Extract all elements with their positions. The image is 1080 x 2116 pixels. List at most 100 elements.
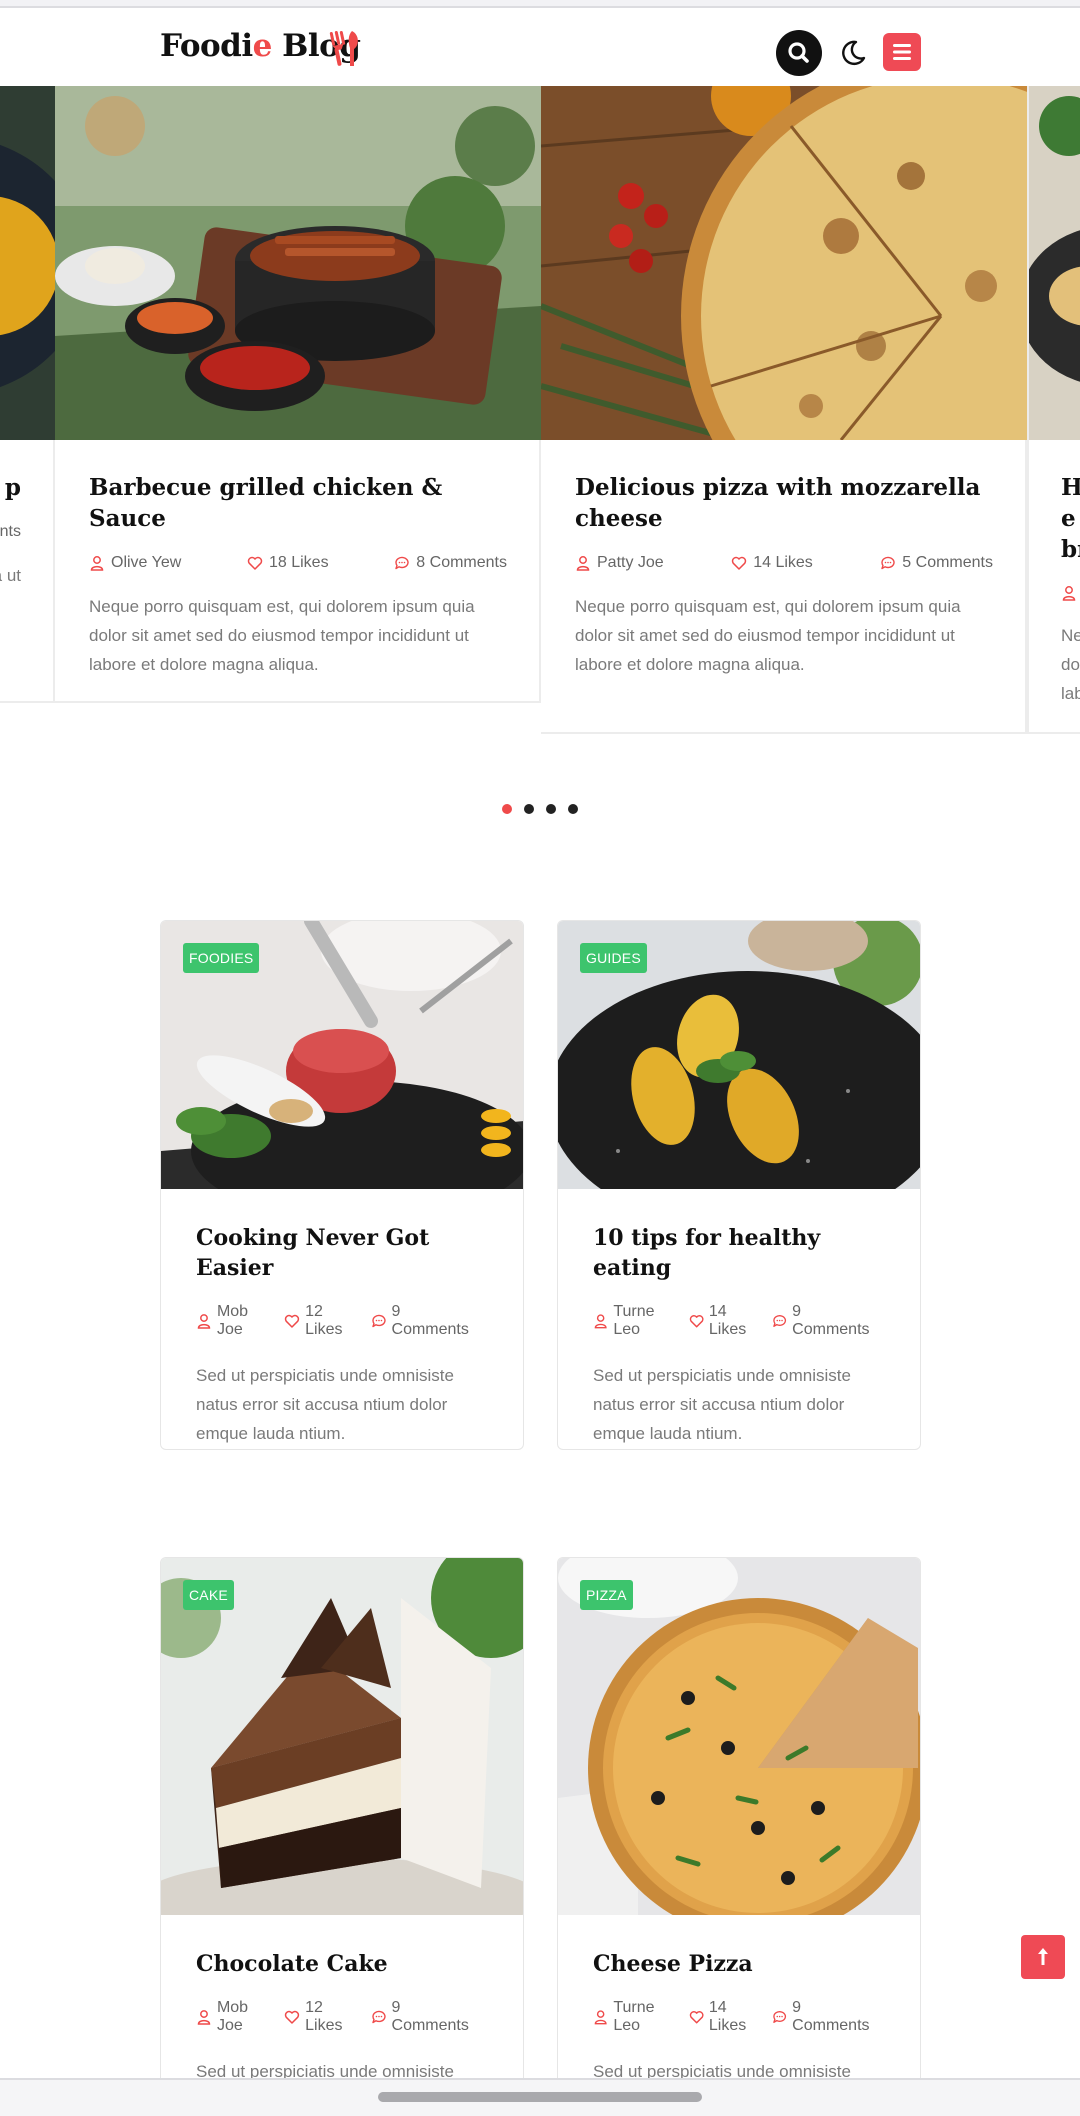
comments-count: 5 Comments [902,554,993,571]
site-header: Foodie Blog [0,8,1080,86]
comments[interactable]: 5 Comments [880,554,993,572]
browser-top-edge [0,0,1080,8]
post-meta: Mob Joe 12 Likes 9 Comments [196,1999,488,2035]
post-image[interactable]: GUIDES [558,921,920,1189]
heart-icon [284,2010,300,2024]
comment-icon [773,1315,786,1327]
author[interactable]: Mob Joe [196,1999,278,2035]
slider-dot-2[interactable] [524,804,534,814]
heart-icon [284,1314,300,1328]
likes-count: 14 Likes [753,554,813,571]
heart-icon [732,556,747,570]
slide-body: Delicious pizza with mozzarella cheese P… [541,440,1027,679]
slide-image[interactable] [55,86,541,440]
slide-title[interactable]: He br [1061,472,1080,565]
author[interactable]: Turne Leo [593,1999,683,2035]
post-title[interactable]: 10 tips for healthy eating [593,1223,885,1283]
post-image[interactable]: FOODIES [161,921,523,1189]
likes[interactable]: 12 Likes [284,1303,364,1339]
likes-count: 14 Likes [708,1999,747,2034]
user-icon [197,1314,211,1329]
comments[interactable]: 9 Comments [772,1999,879,2035]
home-indicator[interactable] [378,2092,702,2102]
user-icon [594,2010,607,2025]
likes[interactable]: 14 Likes [689,1303,766,1339]
menu-button[interactable] [883,33,921,71]
post-card[interactable]: GUIDES 10 tips for healthy eating Turne … [557,920,921,1450]
post-excerpt: Sed ut perspiciatis unde omnisiste natus… [593,1366,851,1443]
post-image[interactable]: CAKE [161,1558,523,1915]
author[interactable]: Mob Joe [196,1303,278,1339]
category-badge[interactable]: GUIDES [580,943,647,973]
post-card[interactable]: PIZZA Cheese Pizza Turne Leo 14 Likes 9 … [557,1557,921,2097]
slider-dot-4[interactable] [568,804,578,814]
post-body: Cheese Pizza Turne Leo 14 Likes 9 Commen… [558,1949,920,2096]
slide-title[interactable]: Delicious pizza with mozzarella cheese [575,472,993,534]
comments[interactable]: 8 Comments [394,554,507,572]
post-title[interactable]: Cooking Never Got Easier [196,1223,488,1283]
author[interactable]: Olive Yew [89,554,181,572]
slide-card[interactable]: Delicious pizza with mozzarella cheese P… [541,86,1027,734]
slider-dot-3[interactable] [546,804,556,814]
post-title[interactable]: Cheese Pizza [593,1949,885,1979]
search-button[interactable] [776,30,822,76]
featured-slider[interactable]: p nts a ut [0,86,1080,736]
comment-icon [395,556,409,570]
comments-count: 9 Comments [792,1999,870,2034]
slide-title[interactable]: p [0,472,21,503]
slide-meta [1061,585,1080,601]
post-card[interactable]: FOODIES Cooking Never Got Easier Mob Joe… [160,920,524,1450]
post-meta: Turne Leo 14 Likes 9 Comments [593,1999,885,2035]
back-to-top-button[interactable] [1021,1935,1065,1979]
comment-icon [773,2011,786,2023]
comment-icon [371,2010,386,2024]
slide-image[interactable] [541,86,1027,440]
author-name: Turne Leo [613,1303,655,1338]
search-icon [788,42,809,63]
category-badge[interactable]: CAKE [183,1580,234,1610]
likes[interactable]: 14 Likes [731,554,813,572]
post-image[interactable]: PIZZA [558,1558,920,1915]
slider-dot-1[interactable] [502,804,512,814]
likes[interactable]: 12 Likes [284,1999,364,2035]
post-excerpt: Sed ut perspiciatis unde omnisiste natus… [196,1366,454,1443]
author-name: Mob Joe [216,1999,249,2034]
comments[interactable]: 9 Comments [371,1999,482,2035]
author-name: Turne Leo [613,1999,655,2034]
author-name: Patty Joe [597,554,664,571]
slide-excerpt: a ut [0,566,21,585]
category-badge[interactable]: PIZZA [580,1580,633,1610]
dark-mode-toggle[interactable] [834,34,872,72]
heart-icon [247,556,263,570]
user-icon [90,556,104,571]
utensils-icon [329,31,358,66]
comments[interactable]: 9 Comments [772,1303,879,1339]
category-badge[interactable]: FOODIES [183,943,260,973]
slide-excerpt: Ne do lab [1061,626,1080,703]
post-card[interactable]: CAKE Chocolate Cake Mob Joe 12 Likes 9 C… [160,1557,524,2097]
author[interactable]: Turne Leo [593,1303,683,1339]
likes[interactable]: 14 Likes [689,1999,766,2035]
likes-count: 14 Likes [708,1303,747,1338]
post-meta: Turne Leo 14 Likes 9 Comments [593,1303,885,1339]
comments-count: nts [0,523,21,540]
likes[interactable]: 18 Likes [247,554,329,572]
comments-count: 8 Comments [416,554,507,571]
menu-icon [893,44,911,60]
user-icon [576,556,590,571]
slide-peek-left[interactable]: p nts a ut [0,86,55,703]
comments[interactable]: 9 Comments [371,1303,482,1339]
post-meta: Mob Joe 12 Likes 9 Comments [196,1303,488,1339]
slide-meta: nts [0,523,21,541]
slide-body: He br Ne do lab [1029,440,1080,708]
post-body: Cooking Never Got Easier Mob Joe 12 Like… [161,1223,523,1449]
comment-icon [371,1314,386,1328]
comment-icon [881,556,895,570]
post-title[interactable]: Chocolate Cake [196,1949,488,1979]
slide-peek-right[interactable]: He br Ne do lab [1027,86,1080,734]
slide-title[interactable]: Barbecue grilled chicken & Sauce [89,472,507,534]
slide-card[interactable]: Barbecue grilled chicken & Sauce Olive Y… [55,86,541,703]
arrow-up-icon [1038,1948,1048,1965]
user-icon [197,2010,211,2025]
author[interactable]: Patty Joe [575,554,664,572]
